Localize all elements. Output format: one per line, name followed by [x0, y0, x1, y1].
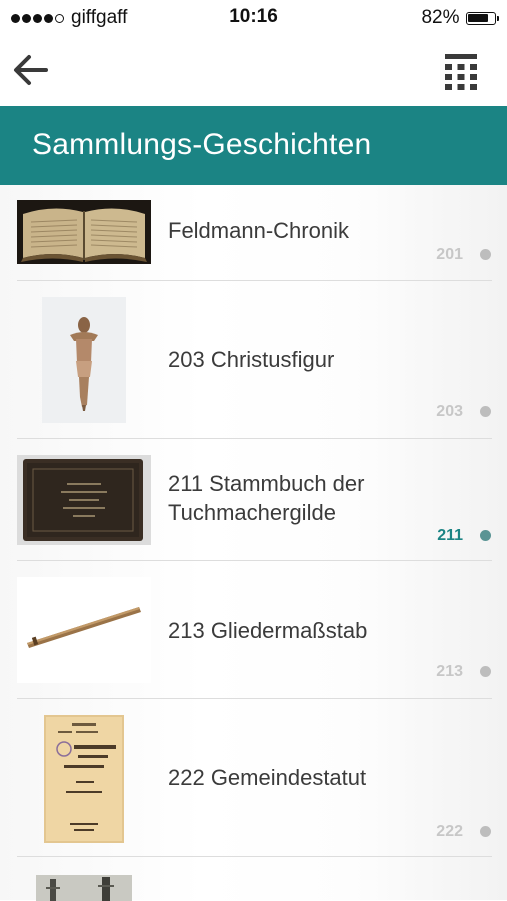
status-bar: giffgaff 10:16 82% [0, 0, 507, 36]
battery-icon [465, 11, 496, 25]
status-dot-icon [480, 406, 491, 417]
status-dot-icon [480, 249, 491, 260]
list-item[interactable]: Feldmann-Chronik 201 [0, 185, 507, 280]
back-button[interactable] [10, 52, 52, 88]
christ-figure-thumbnail [42, 297, 126, 423]
list-item[interactable]: 213 Gliedermaßstab 213 [0, 561, 507, 698]
list-item[interactable] [0, 857, 507, 901]
leather-book-thumbnail [17, 455, 151, 545]
nav-bar [0, 36, 507, 106]
list-item[interactable]: 203 Christusfigur 203 [0, 281, 507, 438]
story-list: Feldmann-Chronik 201 203 Christusfigur 2… [0, 185, 507, 901]
list-item-number: 211 [437, 527, 463, 544]
list-item-number: 213 [436, 663, 463, 680]
list-item-title: 213 Gliedermaßstab [168, 618, 368, 643]
folding-ruler-thumbnail [17, 577, 151, 683]
status-dot-icon [480, 530, 491, 541]
keypad-button[interactable] [441, 51, 481, 91]
list-item-number: 222 [436, 823, 463, 840]
list-item[interactable]: 211 Stammbuch der Tuchmachergilde 211 [0, 439, 507, 560]
statute-document-thumbnail [44, 715, 124, 843]
section-header: Sammlungs-Geschichten [0, 106, 507, 185]
list-item-number: 201 [436, 246, 463, 263]
keypad-icon [445, 54, 477, 90]
status-dot-icon [480, 666, 491, 677]
list-item-title: 222 Gemeindestatut [168, 765, 367, 790]
list-item-title: Feldmann-Chronik [168, 218, 349, 243]
list-item[interactable]: 222 Gemeindestatut 222 [0, 699, 507, 856]
open-book-thumbnail [17, 200, 151, 264]
list-item-title: 203 Christusfigur [168, 347, 335, 372]
photo-thumbnail [36, 875, 132, 901]
battery-percent: 82% [421, 7, 460, 28]
back-arrow-icon [14, 55, 48, 85]
list-item-title: 211 Stammbuch der Tuchmachergilde [168, 471, 365, 525]
list-item-number: 203 [436, 403, 463, 420]
page-title: Sammlungs-Geschichten [32, 128, 372, 161]
battery-status: 82% [421, 7, 499, 29]
status-dot-icon [480, 826, 491, 837]
